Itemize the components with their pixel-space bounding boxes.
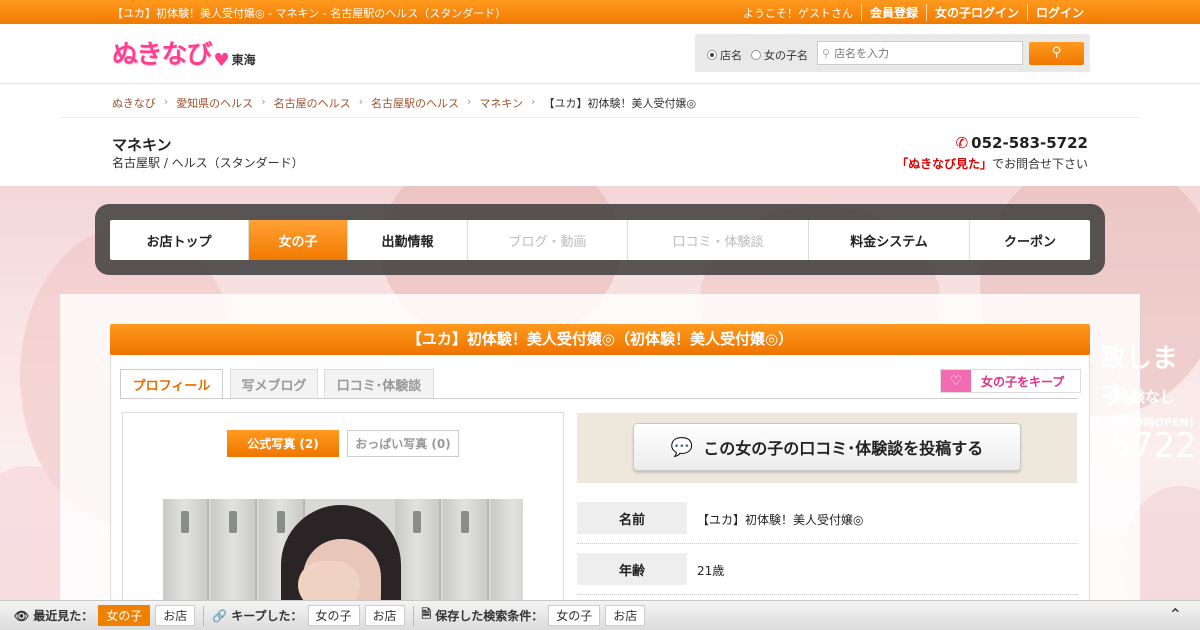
kept-group: 🔗 キープした： 女の子 お店 xyxy=(204,605,414,626)
nav-schedule[interactable]: 出勤情報 xyxy=(348,220,468,260)
keep-girl-button[interactable]: ♡ 女の子をキープ xyxy=(940,369,1081,393)
nav-coupon[interactable]: クーポン xyxy=(970,220,1090,260)
login-link[interactable]: ログイン xyxy=(1026,4,1092,21)
logo-text: ぬきなび xyxy=(112,40,212,70)
divider xyxy=(60,117,1140,118)
radio-dot-checked xyxy=(707,50,717,60)
search-icon: ⚲ xyxy=(1051,45,1062,60)
radio-dot-unchecked xyxy=(751,50,761,60)
phone-note: 「ぬきなび見た」でお問合せ下さい xyxy=(896,157,1088,171)
logo-region: 東海 xyxy=(231,53,256,67)
post-review-button[interactable]: 💬 この女の子の口コミ･体験談を投稿する xyxy=(633,423,1021,471)
shop-name: マネキン xyxy=(112,136,172,154)
eye-icon: 👁 xyxy=(14,608,30,623)
site-header: ぬきなび ♥ 東海 店名 女の子名 ⚲ ⚲ xyxy=(0,24,1200,84)
heart-icon: ♡ xyxy=(941,370,971,392)
heart-icon: ♥ xyxy=(213,50,230,71)
account-links: ようこそ！ゲストさん 会員登録 女の子ログイン ログイン xyxy=(743,4,1092,21)
welcome-text: ようこそ！ゲストさん xyxy=(742,6,853,20)
breadcrumb: ぬきなび › 愛知県のヘルス › 名古屋のヘルス › 名古屋駅のヘルス › マネキン › … xyxy=(112,95,697,111)
breadcrumb-item[interactable]: 名古屋のヘルス xyxy=(274,95,351,111)
breadcrumb-item[interactable]: 愛知県のヘルス xyxy=(176,95,253,111)
kept-shops-chip[interactable]: お店 xyxy=(364,605,405,626)
field-divider xyxy=(577,594,1077,595)
link-icon: 🔗 xyxy=(212,608,228,623)
field-value-name: 【ユカ】初体験！美人受付嬢◎ xyxy=(697,513,864,527)
shop-nav: お店トップ 女の子 出勤情報 ブログ・動画 口コミ・体験談 料金システム クーポ… xyxy=(110,220,1090,260)
nav-reviews: 口コミ・体験談 xyxy=(628,220,809,260)
nav-blog-video: ブログ・動画 xyxy=(468,220,628,260)
tab-reviews[interactable]: 口コミ･体験談 xyxy=(324,369,434,399)
field-divider xyxy=(577,543,1077,544)
tab-photo-blog[interactable]: 写メブログ xyxy=(230,369,318,399)
breast-photo-tab[interactable]: おっぱい写真 (0) xyxy=(347,430,459,457)
tab-underline xyxy=(120,398,1078,399)
tab-profile[interactable]: プロフィール xyxy=(120,369,223,399)
document-icon: 🗎 xyxy=(421,607,432,621)
phone-icon: ✆ xyxy=(955,134,969,152)
saved-shops-chip[interactable]: お店 xyxy=(605,605,646,626)
search-input-wrap: ⚲ xyxy=(817,41,1023,65)
nav-shop-top[interactable]: お店トップ xyxy=(110,220,249,260)
search-icon: ⚲ xyxy=(822,46,831,60)
shop-subtitle: 名古屋駅 / ヘルス（スタンダード） xyxy=(112,156,304,170)
shop-phone[interactable]: ✆ 052-583-5722 xyxy=(956,134,1088,152)
radio-girl-name[interactable]: 女の子名 xyxy=(751,47,808,63)
search-input[interactable] xyxy=(834,46,1005,60)
breadcrumb-item[interactable]: 名古屋駅のヘルス xyxy=(371,95,459,111)
search-button[interactable]: ⚲ xyxy=(1029,42,1084,65)
breadcrumb-current: 【ユカ】初体験！美人受付嬢◎ xyxy=(543,97,697,110)
saved-search-group: 🗎 保存した検索条件： 女の子 お店 xyxy=(414,605,654,626)
official-photo-tab[interactable]: 公式写真 (2) xyxy=(227,430,339,457)
register-link[interactable]: 会員登録 xyxy=(860,4,926,21)
breadcrumb-item[interactable]: ぬきなび xyxy=(112,95,156,111)
field-label-age: 年齢 xyxy=(577,553,687,585)
site-logo[interactable]: ぬきなび ♥ 東海 xyxy=(112,34,256,71)
saved-girls-chip[interactable]: 女の子 xyxy=(548,605,601,626)
chevron-up-icon[interactable]: ⌃ xyxy=(1169,605,1182,624)
recent-viewed-group: 👁 最近見た： 女の子 お店 xyxy=(0,605,205,626)
girl-login-link[interactable]: 女の子ログイン xyxy=(925,4,1027,21)
kept-girls-chip[interactable]: 女の子 xyxy=(307,605,360,626)
profile-heading: 【ユカ】初体験！美人受付嬢◎（初体験！美人受付嬢◎） xyxy=(110,324,1090,355)
recent-shops-chip[interactable]: お店 xyxy=(155,605,196,626)
breadcrumb-item[interactable]: マネキン xyxy=(479,95,523,111)
field-label-name: 名前 xyxy=(577,502,687,534)
nav-pricing[interactable]: 料金システム xyxy=(809,220,970,260)
search-box: 店名 女の子名 ⚲ ⚲ xyxy=(695,34,1090,72)
recent-girls-chip[interactable]: 女の子 xyxy=(98,605,151,626)
top-bar: 【ユカ】初体験！美人受付嬢◎ - マネキン - 名古屋駅のヘルス（スタンダード）… xyxy=(0,0,1200,24)
bottom-bar: 👁 最近見た： 女の子 お店 🔗 キープした： 女の子 お店 🗎 保存した検索条… xyxy=(0,600,1200,630)
nav-girls[interactable]: 女の子 xyxy=(249,220,348,260)
chat-bubble-icon: 💬 xyxy=(670,436,694,458)
page-title: 【ユカ】初体験！美人受付嬢◎ - マネキン - 名古屋駅のヘルス（スタンダード） xyxy=(112,7,507,20)
field-value-age: 21歳 xyxy=(697,564,725,578)
radio-shop-name[interactable]: 店名 xyxy=(707,47,742,63)
